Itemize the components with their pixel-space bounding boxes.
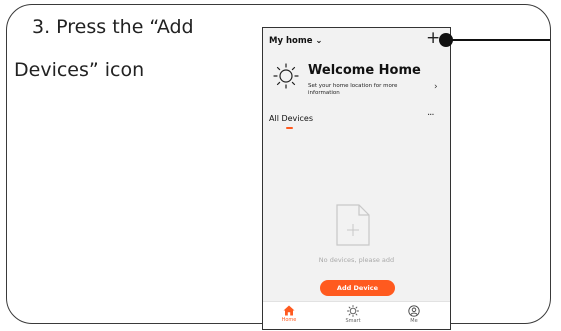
callout-dot xyxy=(439,33,453,47)
user-icon xyxy=(408,305,420,317)
more-icon[interactable]: ··· xyxy=(427,110,434,121)
tab-all-devices[interactable]: All Devices xyxy=(269,114,313,123)
top-bar: My home ⌄ + xyxy=(263,28,450,54)
chevron-right-icon[interactable]: › xyxy=(434,82,438,92)
bottom-nav: Home Smart Me xyxy=(263,301,450,329)
nav-item-me[interactable]: Me xyxy=(394,305,434,324)
welcome-subtitle: Set your home location for more informat… xyxy=(308,83,398,96)
nav-label-smart: Smart xyxy=(345,318,361,324)
add-device-button[interactable]: Add Device xyxy=(320,280,395,296)
phone-screen: My home ⌄ + Welcome Home Set your home l… xyxy=(262,27,451,330)
callout-line xyxy=(452,39,550,41)
home-icon xyxy=(283,305,295,316)
instruction-line-1: 3. Press the “Add xyxy=(32,16,194,38)
nav-label-home: Home xyxy=(281,317,297,323)
welcome-title: Welcome Home xyxy=(308,63,421,78)
empty-document-icon xyxy=(336,204,370,246)
instruction-line-2: Devices” icon xyxy=(14,59,145,81)
nav-item-smart[interactable]: Smart xyxy=(333,305,373,324)
empty-state-text: No devices, please add xyxy=(318,256,395,264)
sun-icon xyxy=(347,305,359,317)
tab-underline xyxy=(286,127,293,129)
nav-label-me: Me xyxy=(410,318,418,324)
sun-icon xyxy=(273,63,299,89)
home-selector[interactable]: My home ⌄ xyxy=(269,36,323,46)
nav-item-home[interactable]: Home xyxy=(269,305,309,323)
welcome-card[interactable]: Welcome Home Set your home location for … xyxy=(263,54,450,106)
